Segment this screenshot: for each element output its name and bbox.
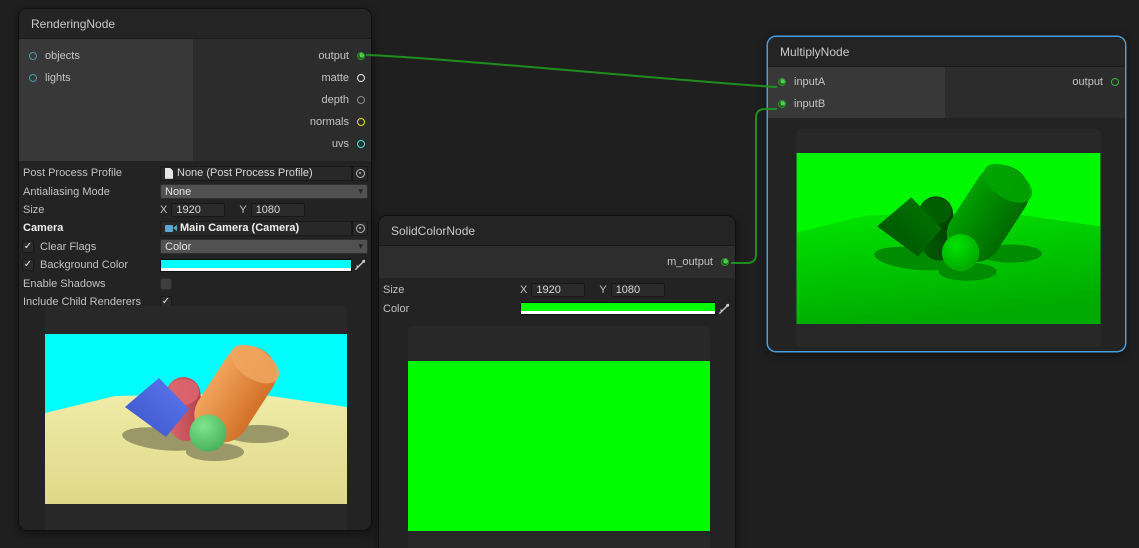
port-matte[interactable]: matte [193,67,371,89]
prop-solid-size: Size X Y [379,281,735,299]
rendering-node-ports: objects lights output matte depth [19,39,371,161]
multiply-node-header[interactable]: MultiplyNode [768,37,1125,67]
port-output-icon[interactable] [357,52,365,60]
solid-color-node-preview [408,326,710,548]
rendering-node-header[interactable]: RenderingNode [19,9,371,39]
port-uvs-icon[interactable] [357,140,365,148]
port-normals-icon[interactable] [357,118,365,126]
port-depth[interactable]: depth [193,89,371,111]
multiply-input-panel: inputA inputB [768,67,945,118]
prop-antialiasing-mode: Antialiasing Mode None ▾ [19,182,371,200]
eyedropper-icon[interactable] [716,302,732,316]
object-picker-icon [356,169,365,178]
clear-flags-dropdown[interactable]: Color ▾ [160,239,368,254]
rendering-input-panel: objects lights [19,39,193,161]
multiply-node[interactable]: MultiplyNode inputA inputB output [767,36,1126,352]
size-y-input[interactable] [251,203,305,217]
port-multiply-output[interactable]: output [945,71,1125,93]
post-process-profile-picker[interactable] [352,166,368,181]
port-objects-icon[interactable] [29,52,37,60]
port-lights[interactable]: lights [19,67,193,89]
multiply-node-title: MultiplyNode [780,45,849,59]
chevron-down-icon: ▾ [358,186,363,197]
prop-size: Size X Y [19,201,371,219]
prop-solid-color: Color [379,299,735,317]
solid-color-node-title: SolidColorNode [391,224,475,238]
port-depth-icon[interactable] [357,96,365,104]
node-graph-canvas[interactable]: RenderingNode objects lights output [0,0,1139,548]
port-objects[interactable]: objects [19,45,193,67]
chevron-down-icon: ▾ [358,241,363,252]
rendered-scene-image [45,334,347,504]
port-m-output-icon[interactable] [721,258,729,266]
post-process-profile-field[interactable]: None (Post Process Profile) [160,166,352,181]
solid-size-y-input[interactable] [611,283,665,297]
prop-camera: Camera Main Camera (Camera) [19,219,371,237]
enable-shadows-checkbox[interactable] [160,278,172,290]
rendering-node[interactable]: RenderingNode objects lights output [18,8,372,531]
port-multiply-output-icon[interactable] [1111,78,1119,86]
port-normals[interactable]: normals [193,111,371,133]
clear-flags-checkbox[interactable]: ✓ [22,241,34,253]
solid-color-node[interactable]: SolidColorNode m_output Size X Y Color [378,215,736,548]
multiplied-scene-image [796,153,1101,324]
rendering-node-preview [45,306,347,531]
port-inputB[interactable]: inputB [768,93,945,115]
background-color-checkbox[interactable]: ✓ [22,259,34,271]
port-matte-icon[interactable] [357,74,365,82]
multiply-node-preview [796,129,1101,347]
port-m-output[interactable]: m_output [379,251,735,273]
prop-background-color: ✓ Background Color [19,256,371,274]
rendering-node-title: RenderingNode [31,17,115,31]
camera-picker[interactable] [352,221,368,236]
solid-color-properties: Size X Y Color [379,278,735,318]
solid-color-ports: m_output [379,246,735,278]
port-inputA-icon[interactable] [778,78,786,86]
background-color-swatch[interactable] [160,259,352,272]
port-lights-icon[interactable] [29,74,37,82]
camera-icon [165,224,177,233]
rendering-output-panel: output matte depth normals uvs [193,39,371,161]
rendering-node-properties: Post Process Profile None (Post Process … [19,161,371,311]
antialiasing-mode-dropdown[interactable]: None ▾ [160,184,368,199]
camera-field[interactable]: Main Camera (Camera) [160,221,352,236]
solid-color-node-header[interactable]: SolidColorNode [379,216,735,246]
solid-size-x-input[interactable] [531,283,585,297]
solid-color-swatch[interactable] [520,302,716,315]
port-output[interactable]: output [193,45,371,67]
eyedropper-icon[interactable] [352,258,368,272]
prop-enable-shadows: Enable Shadows [19,274,371,292]
multiply-output-panel: output [945,67,1125,118]
object-picker-icon [356,224,365,233]
port-inputA[interactable]: inputA [768,71,945,93]
edge-output-to-inputA[interactable] [366,55,777,87]
size-x-input[interactable] [171,203,225,217]
document-icon [165,168,173,179]
solid-color-image [408,361,710,531]
prop-clear-flags: ✓ Clear Flags Color ▾ [19,238,371,256]
port-uvs[interactable]: uvs [193,133,371,155]
multiply-node-ports: inputA inputB output [768,67,1125,118]
port-inputB-icon[interactable] [778,100,786,108]
prop-post-process-profile: Post Process Profile None (Post Process … [19,164,371,182]
